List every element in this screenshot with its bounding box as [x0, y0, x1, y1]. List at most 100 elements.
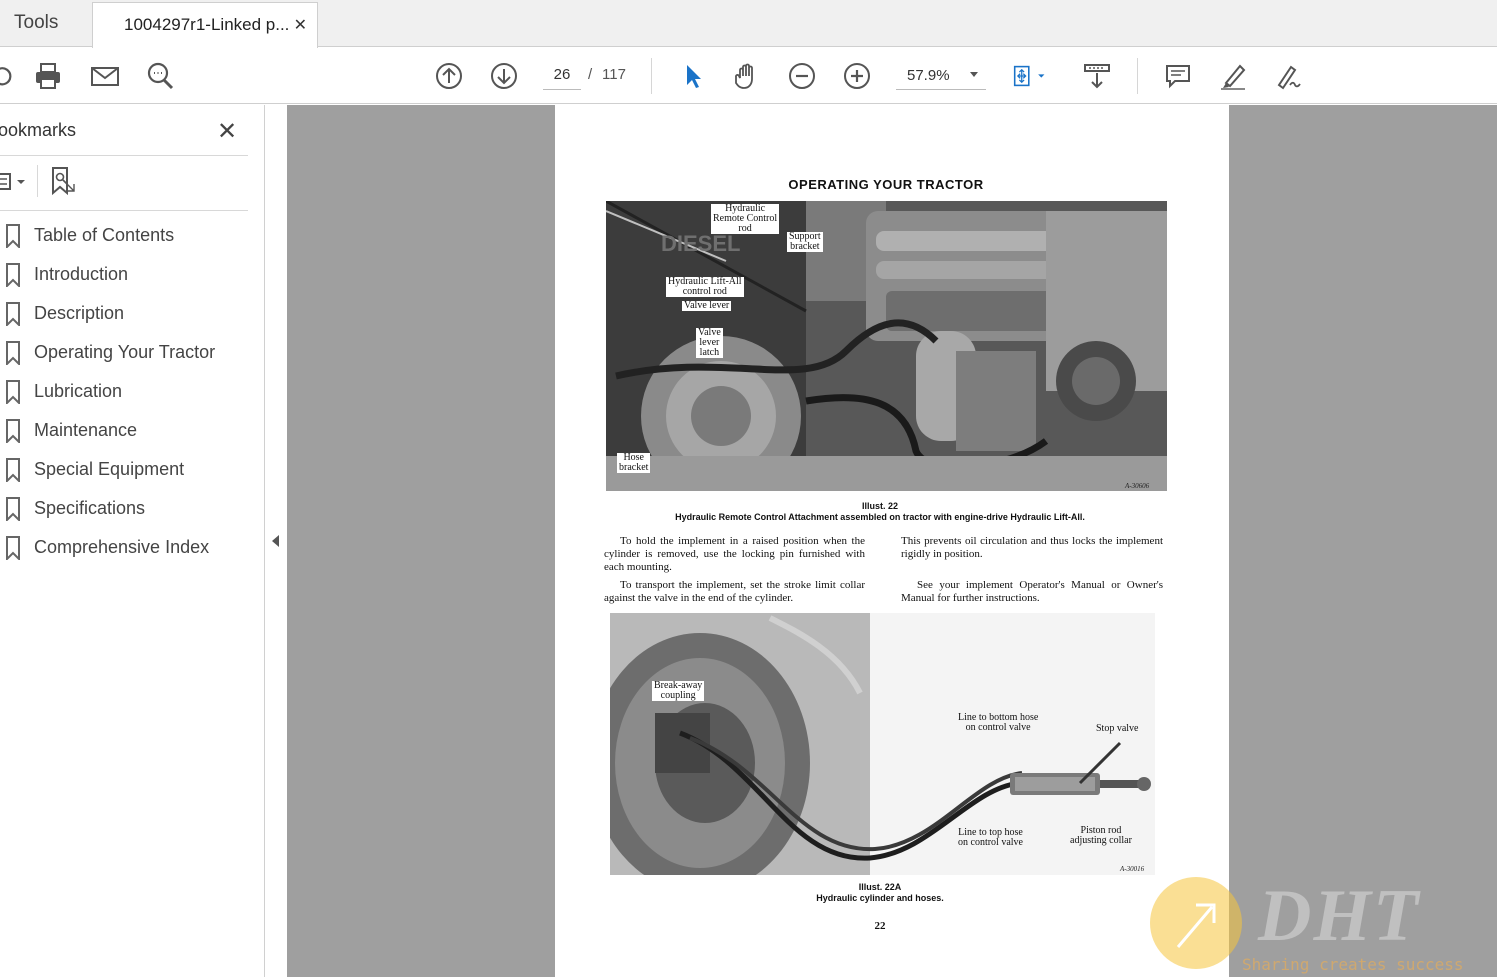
engine-photo: DIESEL Hydraulic Remote Control rod Supp…	[606, 201, 1167, 491]
tab-close-icon[interactable]: ✕	[294, 15, 307, 35]
label-support-bracket-text: Support bracket	[789, 231, 821, 252]
toolbar-divider	[1137, 58, 1138, 94]
bookmark-label: Special Equipment	[34, 459, 185, 479]
illustration-code: A-30016	[1120, 865, 1145, 873]
bookmark-item[interactable]: Special Equipment	[0, 456, 250, 495]
bookmark-label: Operating Your Tractor	[34, 342, 216, 362]
bookmark-icon	[6, 497, 20, 521]
zoom-level-value: 57.9%	[907, 67, 950, 84]
illustration-caption: Hydraulic Remote Control Attachment asse…	[675, 512, 1085, 522]
page-number: 22	[874, 920, 886, 932]
bookmark-icon	[6, 419, 20, 443]
bookmark-item[interactable]: Maintenance	[0, 417, 250, 456]
sign-icon[interactable]	[1270, 58, 1306, 94]
page-separator: /	[588, 66, 593, 83]
zoom-level-select[interactable]: 57.9%	[896, 60, 986, 90]
label-valve-lever-text: Valve lever	[684, 300, 730, 311]
bookmark-icon	[6, 380, 20, 404]
panel-divider	[0, 155, 248, 156]
tab-document-title: 1004297r1-Linked p...	[124, 15, 290, 34]
bookmark-item[interactable]: Operating Your Tractor	[0, 339, 250, 378]
share-icon[interactable]	[0, 58, 20, 94]
bookmark-item[interactable]: Comprehensive Index	[0, 534, 250, 573]
select-tool-icon[interactable]	[674, 58, 710, 94]
chevron-down-icon	[970, 72, 978, 77]
bookmark-label: Comprehensive Index	[34, 537, 210, 557]
bookmark-item[interactable]: Lubrication	[0, 378, 250, 417]
label-breakaway-coupling-text: Break-away coupling	[654, 680, 703, 701]
label-stop-valve: Stop valve	[1094, 724, 1141, 734]
bookmarks-panel-title: ookmarks	[0, 120, 77, 140]
label-valve-lever: Valve lever	[682, 300, 732, 311]
label-piston-rod-collar: Piston rod adjusting collar	[1068, 826, 1134, 846]
bookmark-item[interactable]: Introduction	[0, 261, 250, 300]
paragraph: See your implement Operator's Manual or …	[901, 579, 1163, 604]
pdf-page: OPERATING YOUR TRACTOR DIESEL Hydraulic …	[555, 105, 1229, 977]
panel-collapse-handle[interactable]	[265, 105, 287, 977]
label-hose-bracket: Hose bracket	[617, 452, 651, 473]
hand-tool-icon[interactable]	[729, 58, 765, 94]
body-column-right: This prevents oil circulation and thus l…	[901, 535, 1163, 610]
paragraph: To hold the implement in a raised positi…	[604, 535, 865, 573]
label-stop-valve-text: Stop valve	[1096, 723, 1139, 734]
tab-tools[interactable]: Tools	[0, 0, 92, 47]
email-icon[interactable]	[87, 58, 123, 94]
highlight-icon[interactable]	[1215, 58, 1251, 94]
bookmark-list: Table of Contents Introduction Description…	[0, 222, 250, 573]
svg-text:DIESEL: DIESEL	[661, 231, 740, 256]
label-liftall-control-rod-text: Hydraulic Lift-All control rod	[668, 276, 742, 297]
body-column-left: To hold the implement in a raised positi…	[604, 535, 865, 610]
toolbar-divider	[651, 58, 652, 94]
page-number-input[interactable]: 26	[543, 60, 581, 90]
bookmark-icon	[6, 341, 20, 365]
search-icon[interactable]	[142, 58, 178, 94]
bookmark-item[interactable]: Description	[0, 300, 250, 339]
label-remote-control-rod-text: Hydraulic Remote Control rod	[713, 203, 778, 234]
label-liftall-control-rod: Hydraulic Lift-All control rod	[666, 277, 744, 297]
paragraph: This prevents oil circulation and thus l…	[901, 535, 1163, 560]
page-heading: OPERATING YOUR TRACTOR	[788, 177, 984, 192]
label-breakaway-coupling: Break-away coupling	[652, 680, 705, 701]
paragraph: To transport the implement, set the stro…	[604, 579, 865, 604]
scroll-mode-icon[interactable]	[1079, 58, 1115, 94]
page-up-icon[interactable]	[431, 58, 467, 94]
illustration-number: Illust. 22A	[858, 882, 902, 892]
label-valve-lever-latch-text: Valve lever latch	[698, 327, 721, 358]
bookmark-label: Specifications	[34, 498, 146, 518]
page-down-icon[interactable]	[486, 58, 522, 94]
bookmark-label: Introduction	[34, 264, 129, 284]
label-line-top-hose-text: Line to top hose on control valve	[958, 827, 1023, 848]
fit-page-icon[interactable]	[1010, 58, 1046, 94]
label-line-bottom-hose: Line to bottom hose on control valve	[956, 713, 1040, 733]
label-line-top-hose: Line to top hose on control valve	[956, 828, 1025, 848]
zoom-out-icon[interactable]	[784, 58, 820, 94]
label-support-bracket: Support bracket	[787, 232, 823, 252]
bookmark-label: Maintenance	[34, 420, 138, 440]
zoom-in-icon[interactable]	[839, 58, 875, 94]
print-icon[interactable]	[30, 58, 66, 94]
add-bookmark-icon[interactable]	[49, 166, 77, 196]
comment-icon[interactable]	[1160, 58, 1196, 94]
tab-bar: Tools 1004297r1-Linked p... ✕	[0, 0, 1497, 48]
bookmark-item[interactable]: Table of Contents	[0, 222, 250, 261]
options-menu-icon[interactable]	[0, 169, 30, 195]
label-line-bottom-hose-text: Line to bottom hose on control valve	[958, 712, 1039, 733]
close-icon[interactable]: ✕	[217, 117, 237, 146]
watermark-brand: DHT	[1258, 875, 1421, 957]
panel-divider	[0, 210, 248, 211]
bookmark-icon	[6, 224, 20, 248]
panel-divider	[37, 165, 38, 197]
label-hose-bracket-text: Hose bracket	[619, 452, 649, 473]
label-piston-rod-collar-text: Piston rod adjusting collar	[1070, 825, 1132, 846]
bookmark-icon	[6, 458, 20, 482]
collapse-arrow-icon	[272, 535, 279, 547]
label-valve-lever-latch: Valve lever latch	[696, 328, 723, 358]
bookmark-icon	[6, 302, 20, 326]
bookmark-item[interactable]: Specifications	[0, 495, 250, 534]
watermark-logo	[1150, 877, 1242, 969]
tab-document[interactable]: 1004297r1-Linked p... ✕	[92, 2, 318, 48]
label-remote-control-rod: Hydraulic Remote Control rod	[711, 203, 780, 234]
cylinder-hoses-photo: Break-away coupling Line to bottom hose …	[610, 613, 1155, 875]
bookmark-label: Description	[34, 303, 125, 323]
illustration-caption: Hydraulic cylinder and hoses.	[816, 893, 944, 903]
